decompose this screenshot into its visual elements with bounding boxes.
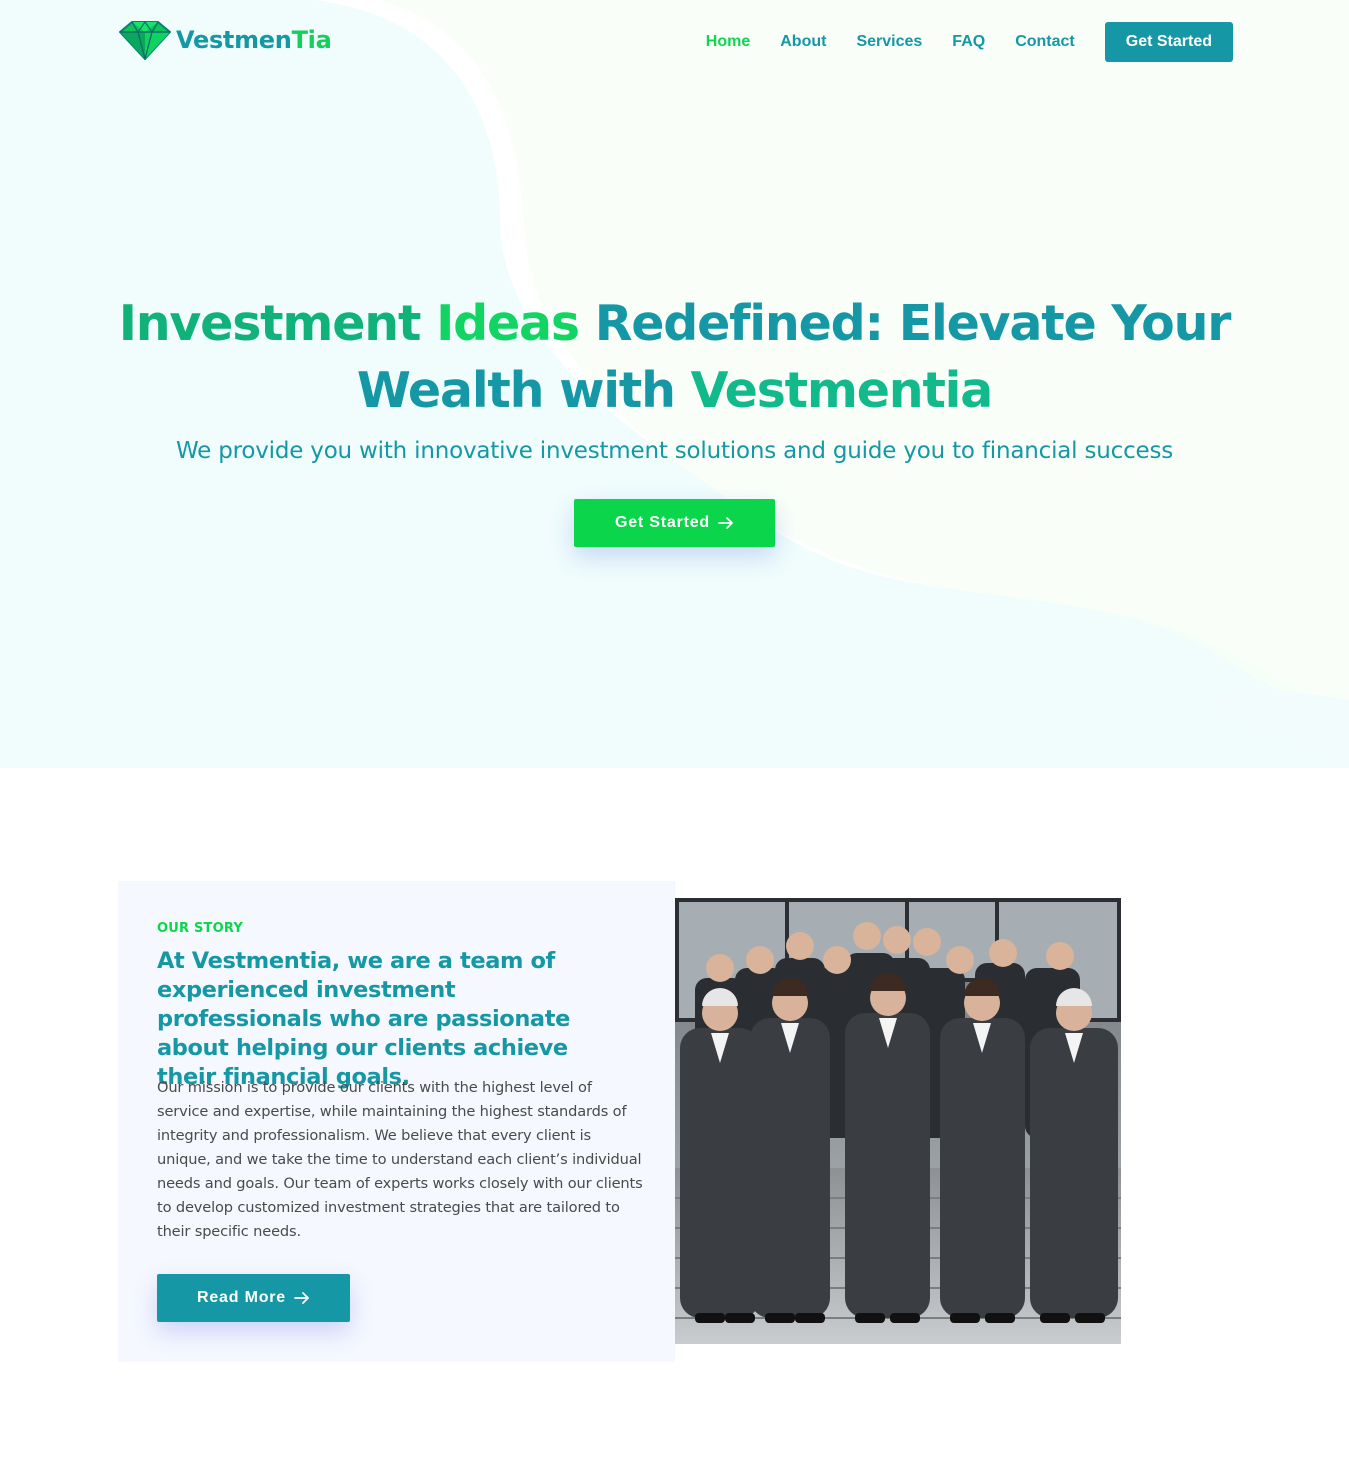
hero-title-part3: Redefined: Elevate Your	[578, 295, 1232, 352]
story-heading: At Vestmentia, we are a team of experien…	[157, 948, 570, 1090]
arrow-right-icon	[294, 1292, 309, 1304]
nav-link-services[interactable]: Services	[856, 22, 922, 62]
brand-name-part1: Vestmen	[176, 26, 292, 54]
read-more-label: Read More	[197, 1289, 286, 1306]
brand-name: VestmenTia	[176, 20, 332, 60]
team-photo-illustration	[675, 898, 1121, 1344]
nav-link-home[interactable]: Home	[706, 22, 750, 62]
nav-link-contact[interactable]: Contact	[1015, 22, 1075, 62]
hero-subtitle: We provide you with innovative investmen…	[175, 438, 1174, 464]
top-navigation: VestmenTia Home About Services FAQ Conta…	[0, 0, 1349, 84]
story-body: Our mission is to provide our clients wi…	[157, 1079, 643, 1240]
hero-title-part4: Wealth with	[356, 362, 691, 419]
diamond-icon	[119, 20, 171, 60]
hero-get-started-button[interactable]: Get Started	[574, 499, 775, 547]
brand-logo[interactable]: VestmenTia	[118, 20, 332, 60]
team-photo	[675, 898, 1121, 1344]
hero-title-part5: Vestmentia	[690, 362, 994, 419]
hero-section: VestmenTia Home About Services FAQ Conta…	[0, 0, 1349, 768]
nav-link-faq[interactable]: FAQ	[952, 22, 985, 62]
hero-title: Investment Ideas Redefined: Elevate Your…	[0, 290, 1349, 424]
nav-link-about[interactable]: About	[780, 22, 826, 62]
arrow-right-icon	[718, 517, 733, 529]
nav-get-started-button[interactable]: Get Started	[1104, 22, 1233, 62]
hero-title-part2: Ideas	[436, 295, 580, 352]
nav-menu: Home About Services FAQ Contact Get Star…	[676, 22, 1233, 62]
read-more-button[interactable]: Read More	[157, 1274, 350, 1322]
hero-get-started-label: Get Started	[614, 514, 711, 531]
brand-name-part2: Tia	[291, 26, 332, 54]
story-label: OUR STORY	[157, 921, 243, 936]
hero-title-part1: Investment	[118, 295, 437, 352]
our-story-card: OUR STORY At Vestmentia, we are a team o…	[118, 881, 675, 1362]
